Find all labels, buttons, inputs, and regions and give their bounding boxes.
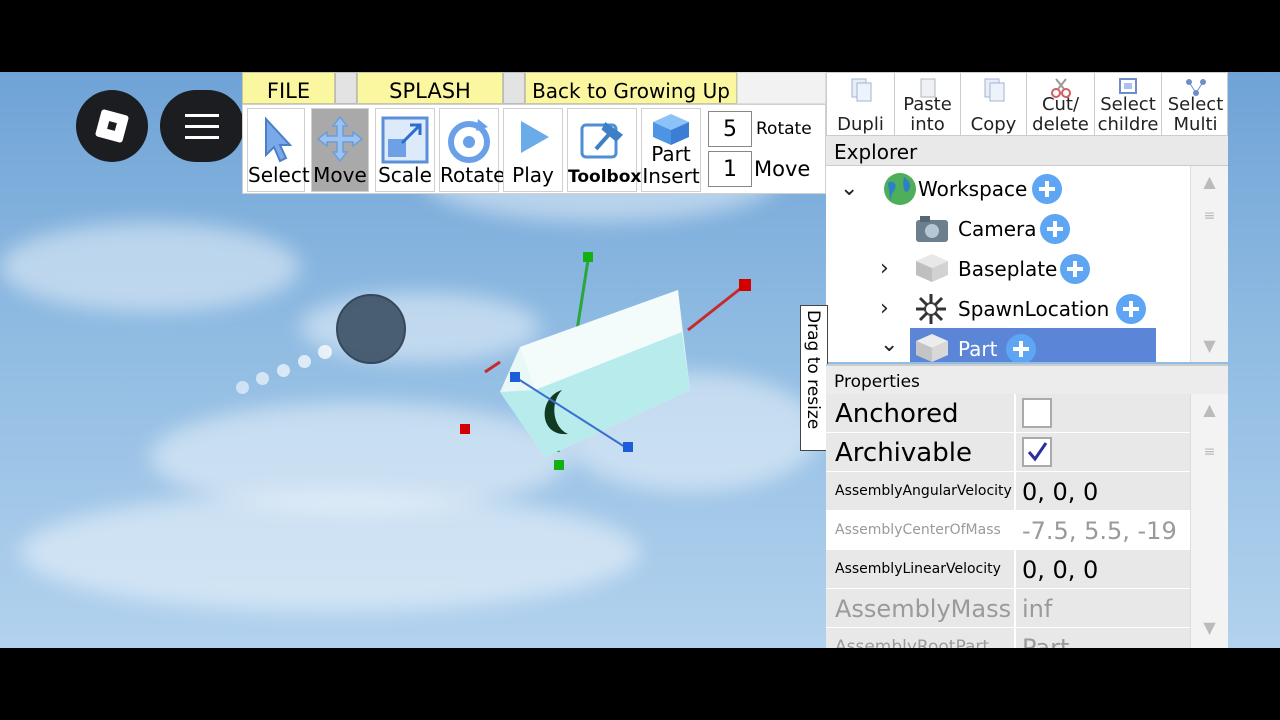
add-child-button[interactable] (1006, 334, 1036, 362)
move-step-label: Move (754, 157, 811, 181)
checkmark-icon (1027, 442, 1048, 462)
add-child-button[interactable] (1032, 174, 1062, 204)
move-handle-green[interactable] (583, 252, 593, 262)
add-child-button[interactable] (1116, 294, 1146, 324)
tree-item-part[interactable]: Part (910, 328, 1156, 362)
move-handle-blue[interactable] (510, 372, 520, 382)
rotate-step-label: Rotate (756, 119, 812, 139)
copy-button[interactable]: Copy (961, 73, 1027, 137)
tree-item-workspace[interactable]: ⌄ Workspace (836, 168, 1086, 208)
move-tool-button[interactable]: Move (311, 108, 369, 192)
joystick-thumb[interactable] (336, 294, 406, 364)
move-handle-red[interactable] (739, 279, 751, 291)
anchored-checkbox[interactable] (1022, 398, 1052, 428)
toolbox-button[interactable]: Toolbox (567, 108, 641, 192)
chevron-down-icon[interactable]: ⌄ (880, 332, 898, 357)
select-children-button[interactable]: Select childre (1095, 73, 1162, 137)
explorer-tree[interactable]: ⌄ Workspace Camera › Baseplate › SpawnLo… (826, 166, 1228, 362)
paste-into-button[interactable]: Paste into (895, 73, 961, 137)
property-row-archivable[interactable]: Archivable (826, 433, 1190, 471)
scroll-grip-icon[interactable]: ≡ (1191, 444, 1228, 460)
scroll-up-icon[interactable]: ▲ (1191, 400, 1228, 419)
rotate-step-input[interactable]: 5 (708, 111, 752, 147)
tree-item-camera[interactable]: Camera (876, 208, 1136, 248)
property-row-assemblyrootpart[interactable]: AssemblyRootPart Part (826, 628, 1190, 648)
tree-item-spawnlocation[interactable]: › SpawnLocation (876, 288, 1166, 328)
play-icon (521, 121, 549, 153)
explorer-scrollbar[interactable]: ▲ ≡ ▼ (1190, 166, 1228, 362)
roblox-menu-button[interactable] (76, 90, 148, 162)
spawn-icon (916, 294, 946, 324)
selected-part-with-handles[interactable] (440, 202, 770, 482)
scroll-up-icon[interactable]: ▲ (1191, 172, 1228, 191)
hamburger-menu-button[interactable] (160, 90, 244, 162)
scroll-grip-icon[interactable]: ≡ (1191, 208, 1228, 224)
property-row-anchored[interactable]: Anchored (826, 394, 1190, 432)
select-tool-button[interactable]: Select (247, 108, 310, 192)
scale-icon (381, 116, 429, 164)
globe-icon (884, 173, 916, 205)
duplicate-button[interactable]: Dupli (827, 73, 895, 137)
scroll-down-icon[interactable]: ▼ (1191, 618, 1228, 637)
part-icon (916, 254, 948, 282)
tab-splash[interactable]: SPLASH (357, 72, 503, 104)
chevron-right-icon[interactable]: › (880, 248, 889, 290)
property-row-assemblymass[interactable]: AssemblyMass inf (826, 589, 1190, 627)
hammer-icon (580, 122, 624, 159)
tab-file[interactable]: FILE (242, 72, 335, 104)
add-child-button[interactable] (1040, 214, 1070, 244)
properties-header: Properties (826, 364, 1228, 394)
hamburger-icon (185, 114, 219, 117)
properties-scrollbar[interactable]: ▲ ≡ ▼ (1190, 394, 1228, 648)
copy-icon (984, 78, 1004, 102)
chevron-down-icon[interactable]: ⌄ (840, 168, 858, 210)
duplicate-icon (851, 78, 871, 102)
add-child-button[interactable] (1060, 254, 1090, 284)
explorer-header: Explorer (826, 136, 1228, 166)
properties-list[interactable]: Anchored Archivable AssemblyAngularVeloc… (826, 394, 1228, 648)
cut-delete-button[interactable]: Cut/ delete (1027, 73, 1095, 137)
part-insert-button[interactable]: Part Insert (641, 108, 701, 192)
archivable-checkbox[interactable] (1022, 437, 1052, 467)
rotate-tool-button[interactable]: Rotate (439, 108, 505, 192)
move-handle-green[interactable] (554, 460, 564, 470)
tab-back-to-growing-up[interactable]: Back to Growing Up (525, 72, 737, 104)
drag-resize-handle[interactable]: Drag to resize (800, 305, 828, 451)
rotate-icon (448, 119, 490, 163)
scroll-down-icon[interactable]: ▼ (1191, 336, 1228, 355)
move-arrows-icon (316, 115, 364, 163)
play-button[interactable]: Play (503, 108, 563, 192)
toolbar-tools: Select Move Scale Rotate Play Toolbox Pa… (242, 104, 826, 194)
camera-icon (916, 216, 948, 242)
roblox-logo-icon (94, 108, 130, 144)
cube-icon (653, 114, 689, 145)
chevron-right-icon[interactable]: › (880, 288, 889, 330)
property-row-assemblyangularvelocity[interactable]: AssemblyAngularVelocity 0, 0, 0 (826, 472, 1190, 510)
edit-toolbar: Dupli Paste into Copy Cut/ delete Select… (826, 72, 1229, 137)
move-handle-blue[interactable] (623, 442, 633, 452)
toolbar-tabs: FILE SPLASH Back to Growing Up (242, 72, 826, 104)
move-handle-red[interactable] (460, 424, 470, 434)
select-multi-button[interactable]: Select Multi (1162, 73, 1229, 137)
property-row-assemblycenterofmass[interactable]: AssemblyCenterOfMass -7.5, 5.5, -19 (826, 511, 1190, 549)
scale-tool-button[interactable]: Scale (375, 108, 435, 192)
cursor-icon (265, 116, 293, 163)
property-row-assemblylinearvelocity[interactable]: AssemblyLinearVelocity 0, 0, 0 (826, 550, 1190, 588)
move-step-input[interactable]: 1 (708, 151, 752, 187)
tree-item-baseplate[interactable]: › Baseplate (876, 248, 1136, 288)
part-icon (916, 334, 948, 362)
